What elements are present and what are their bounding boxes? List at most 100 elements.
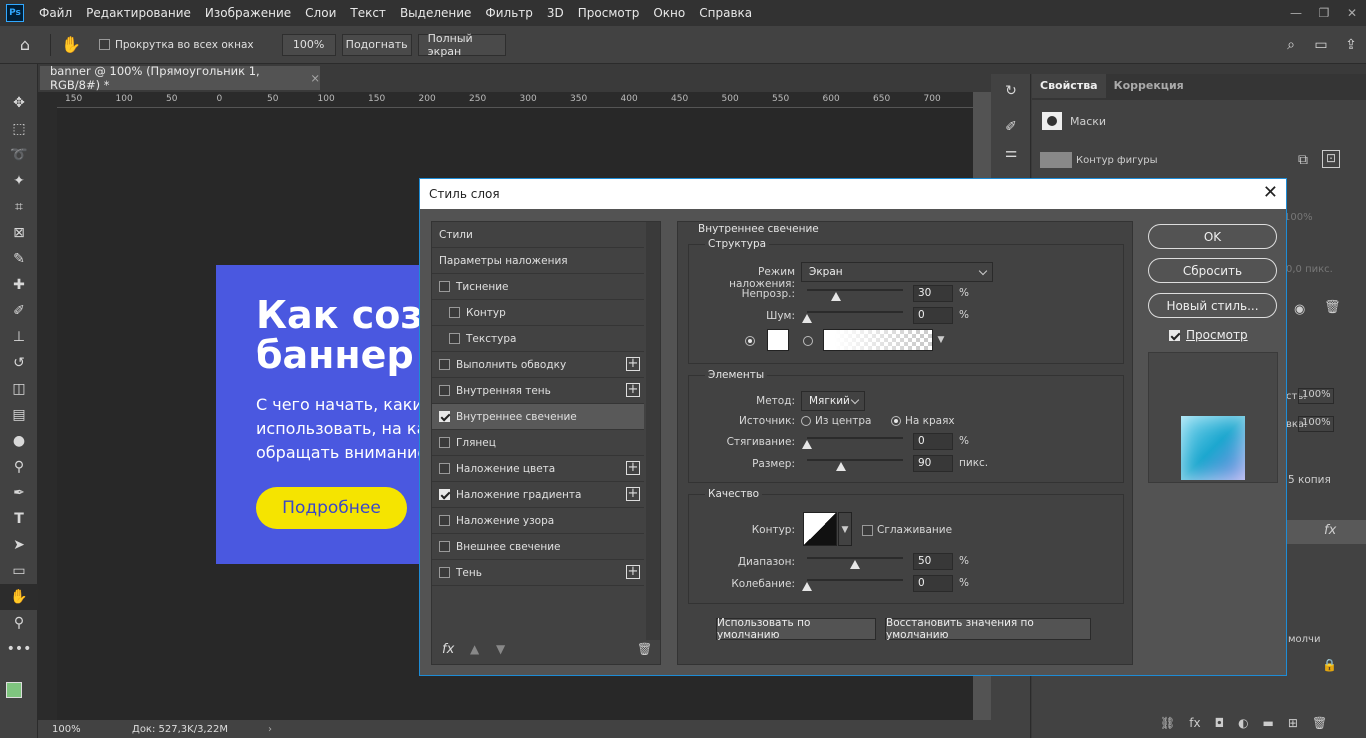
source-center-radio[interactable] — [801, 416, 811, 426]
blend-mode-select[interactable]: Экран — [801, 262, 993, 282]
history-panel-icon[interactable]: ↻ — [991, 78, 1031, 104]
menu-item-3[interactable]: Слои — [298, 0, 343, 26]
stamp-tool-icon[interactable]: ⊥ — [0, 324, 38, 350]
style-item-checkbox[interactable] — [439, 411, 450, 422]
more-tools-icon[interactable]: ••• — [0, 636, 38, 662]
range-thumb[interactable] — [850, 560, 860, 569]
layer-opacity-field[interactable]: 100% — [1298, 388, 1334, 404]
blur-tool-icon[interactable]: ● — [0, 428, 38, 454]
choke-input[interactable]: 0 — [913, 433, 953, 450]
style-item-checkbox[interactable] — [439, 359, 450, 370]
new-layer-icon[interactable]: ⊞ — [1288, 716, 1298, 730]
move-up-icon[interactable]: ▲ — [470, 642, 479, 656]
add-effect-plus-icon[interactable]: + — [626, 357, 640, 371]
group-icon[interactable]: ▬ — [1263, 716, 1274, 730]
add-effect-plus-icon[interactable]: + — [626, 487, 640, 501]
eyedropper-icon[interactable]: ✎ — [0, 246, 38, 272]
style-item[interactable]: Стили — [432, 222, 644, 248]
style-item-checkbox[interactable] — [439, 541, 450, 552]
zoom-100-button[interactable]: 100% — [281, 33, 336, 56]
style-item[interactable]: Наложение узора — [432, 508, 644, 534]
brush-tool-icon[interactable]: ✐ — [0, 298, 38, 324]
add-effect-fx-icon[interactable]: fx — [442, 642, 454, 657]
new-style-button[interactable]: Новый стиль... — [1148, 293, 1277, 318]
style-item[interactable]: Внутреннее свечение — [432, 404, 644, 430]
menu-item-9[interactable]: Окно — [646, 0, 692, 26]
zoom-tool-icon[interactable]: ⚲ — [0, 610, 38, 636]
add-effect-plus-icon[interactable]: + — [626, 383, 640, 397]
trash-icon[interactable]: 🗑 — [1312, 716, 1327, 730]
source-edge-radio[interactable] — [891, 416, 901, 426]
opacity-thumb[interactable] — [830, 292, 841, 301]
glow-gradient-picker[interactable] — [823, 329, 933, 351]
style-item[interactable]: Тиснение — [432, 274, 644, 300]
vector-mask-icon[interactable]: ⊡ — [1322, 150, 1340, 168]
style-item-checkbox[interactable] — [439, 463, 450, 474]
style-item-checkbox[interactable] — [449, 307, 460, 318]
style-item[interactable]: Контур — [432, 300, 644, 326]
noise-slider[interactable] — [802, 311, 903, 323]
size-slider[interactable] — [807, 459, 903, 471]
share-icon[interactable]: ⇪ — [1336, 32, 1366, 58]
home-icon[interactable]: ⌂ — [0, 32, 50, 58]
menu-item-0[interactable]: Файл — [32, 0, 79, 26]
noise-input[interactable]: 0 — [913, 307, 953, 324]
add-effect-plus-icon[interactable]: + — [626, 565, 640, 579]
jitter-input[interactable]: 0 — [913, 575, 953, 592]
scroll-all-windows-checkbox[interactable] — [99, 39, 110, 50]
style-item[interactable]: Параметры наложения — [432, 248, 644, 274]
style-item[interactable]: Выполнить обводку + — [432, 352, 644, 378]
gradient-dropdown-icon[interactable]: ▼ — [934, 329, 948, 351]
minimize-icon[interactable]: — — [1282, 2, 1310, 24]
contour-dropdown-icon[interactable]: ▼ — [838, 512, 852, 546]
status-expand-icon[interactable]: › — [268, 724, 272, 735]
opacity-slider[interactable] — [807, 289, 903, 301]
delete-effect-icon[interactable]: 🗑 — [637, 642, 652, 656]
brush-panel-icon[interactable]: ✐ — [991, 114, 1031, 140]
layer-fill-field[interactable]: 100% — [1298, 416, 1334, 432]
method-select[interactable]: Мягкий — [801, 391, 865, 411]
reset-button[interactable]: Сбросить — [1148, 258, 1277, 283]
antialias-checkbox[interactable] — [862, 525, 873, 536]
style-item-checkbox[interactable] — [439, 385, 450, 396]
visibility-icon[interactable]: ◉ — [1294, 302, 1305, 317]
style-item-checkbox[interactable] — [439, 567, 450, 578]
foreground-color-swatch[interactable] — [6, 682, 22, 698]
eraser-icon[interactable]: ◫ — [0, 376, 38, 402]
status-zoom[interactable]: 100% — [52, 724, 122, 735]
restore-icon[interactable]: ❐ — [1310, 2, 1338, 24]
menu-item-5[interactable]: Выделение — [393, 0, 478, 26]
frame-tool-icon[interactable]: ⊠ — [0, 220, 38, 246]
menu-item-2[interactable]: Изображение — [198, 0, 298, 26]
ok-button[interactable]: OK — [1148, 224, 1277, 249]
noise-thumb[interactable] — [802, 314, 812, 323]
choke-thumb[interactable] — [802, 440, 812, 449]
style-item[interactable]: Текстура — [432, 326, 644, 352]
layer-mask-icon[interactable]: ◘ — [1215, 716, 1225, 730]
close-tab-icon[interactable]: × — [310, 71, 320, 85]
range-slider[interactable] — [807, 557, 903, 569]
search-icon[interactable]: ⌕ — [1276, 32, 1306, 58]
opacity-input[interactable]: 30 — [913, 285, 953, 302]
path-select-icon[interactable]: ➤ — [0, 532, 38, 558]
style-item-checkbox[interactable] — [439, 515, 450, 526]
range-input[interactable]: 50 — [913, 553, 953, 570]
solid-color-radio[interactable] — [745, 336, 755, 346]
hand-tool-icon[interactable]: ✋ — [51, 32, 91, 58]
make-default-button[interactable]: Использовать по умолчанию — [716, 617, 876, 641]
style-item-checkbox[interactable] — [439, 281, 450, 292]
menu-item-8[interactable]: Просмотр — [571, 0, 647, 26]
hand-tool-icon[interactable]: ✋ — [0, 584, 38, 610]
menu-item-4[interactable]: Текст — [343, 0, 393, 26]
style-item[interactable]: Наложение цвета + — [432, 456, 644, 482]
rectangle-tool-icon[interactable]: ▭ — [0, 558, 38, 584]
preview-checkbox[interactable] — [1169, 330, 1180, 341]
lasso-tool-icon[interactable]: ➰ — [0, 142, 38, 168]
document-tab[interactable]: banner @ 100% (Прямоугольник 1, RGB/8#) … — [40, 64, 320, 92]
style-item[interactable]: Тень + — [432, 560, 644, 586]
style-item[interactable]: Наложение градиента + — [432, 482, 644, 508]
magic-wand-icon[interactable]: ✦ — [0, 168, 38, 194]
menu-item-6[interactable]: Фильтр — [478, 0, 539, 26]
reset-to-default-button[interactable]: Восстановить значения по умолчанию — [885, 617, 1091, 641]
tab-correction[interactable]: Коррекция — [1106, 74, 1192, 98]
